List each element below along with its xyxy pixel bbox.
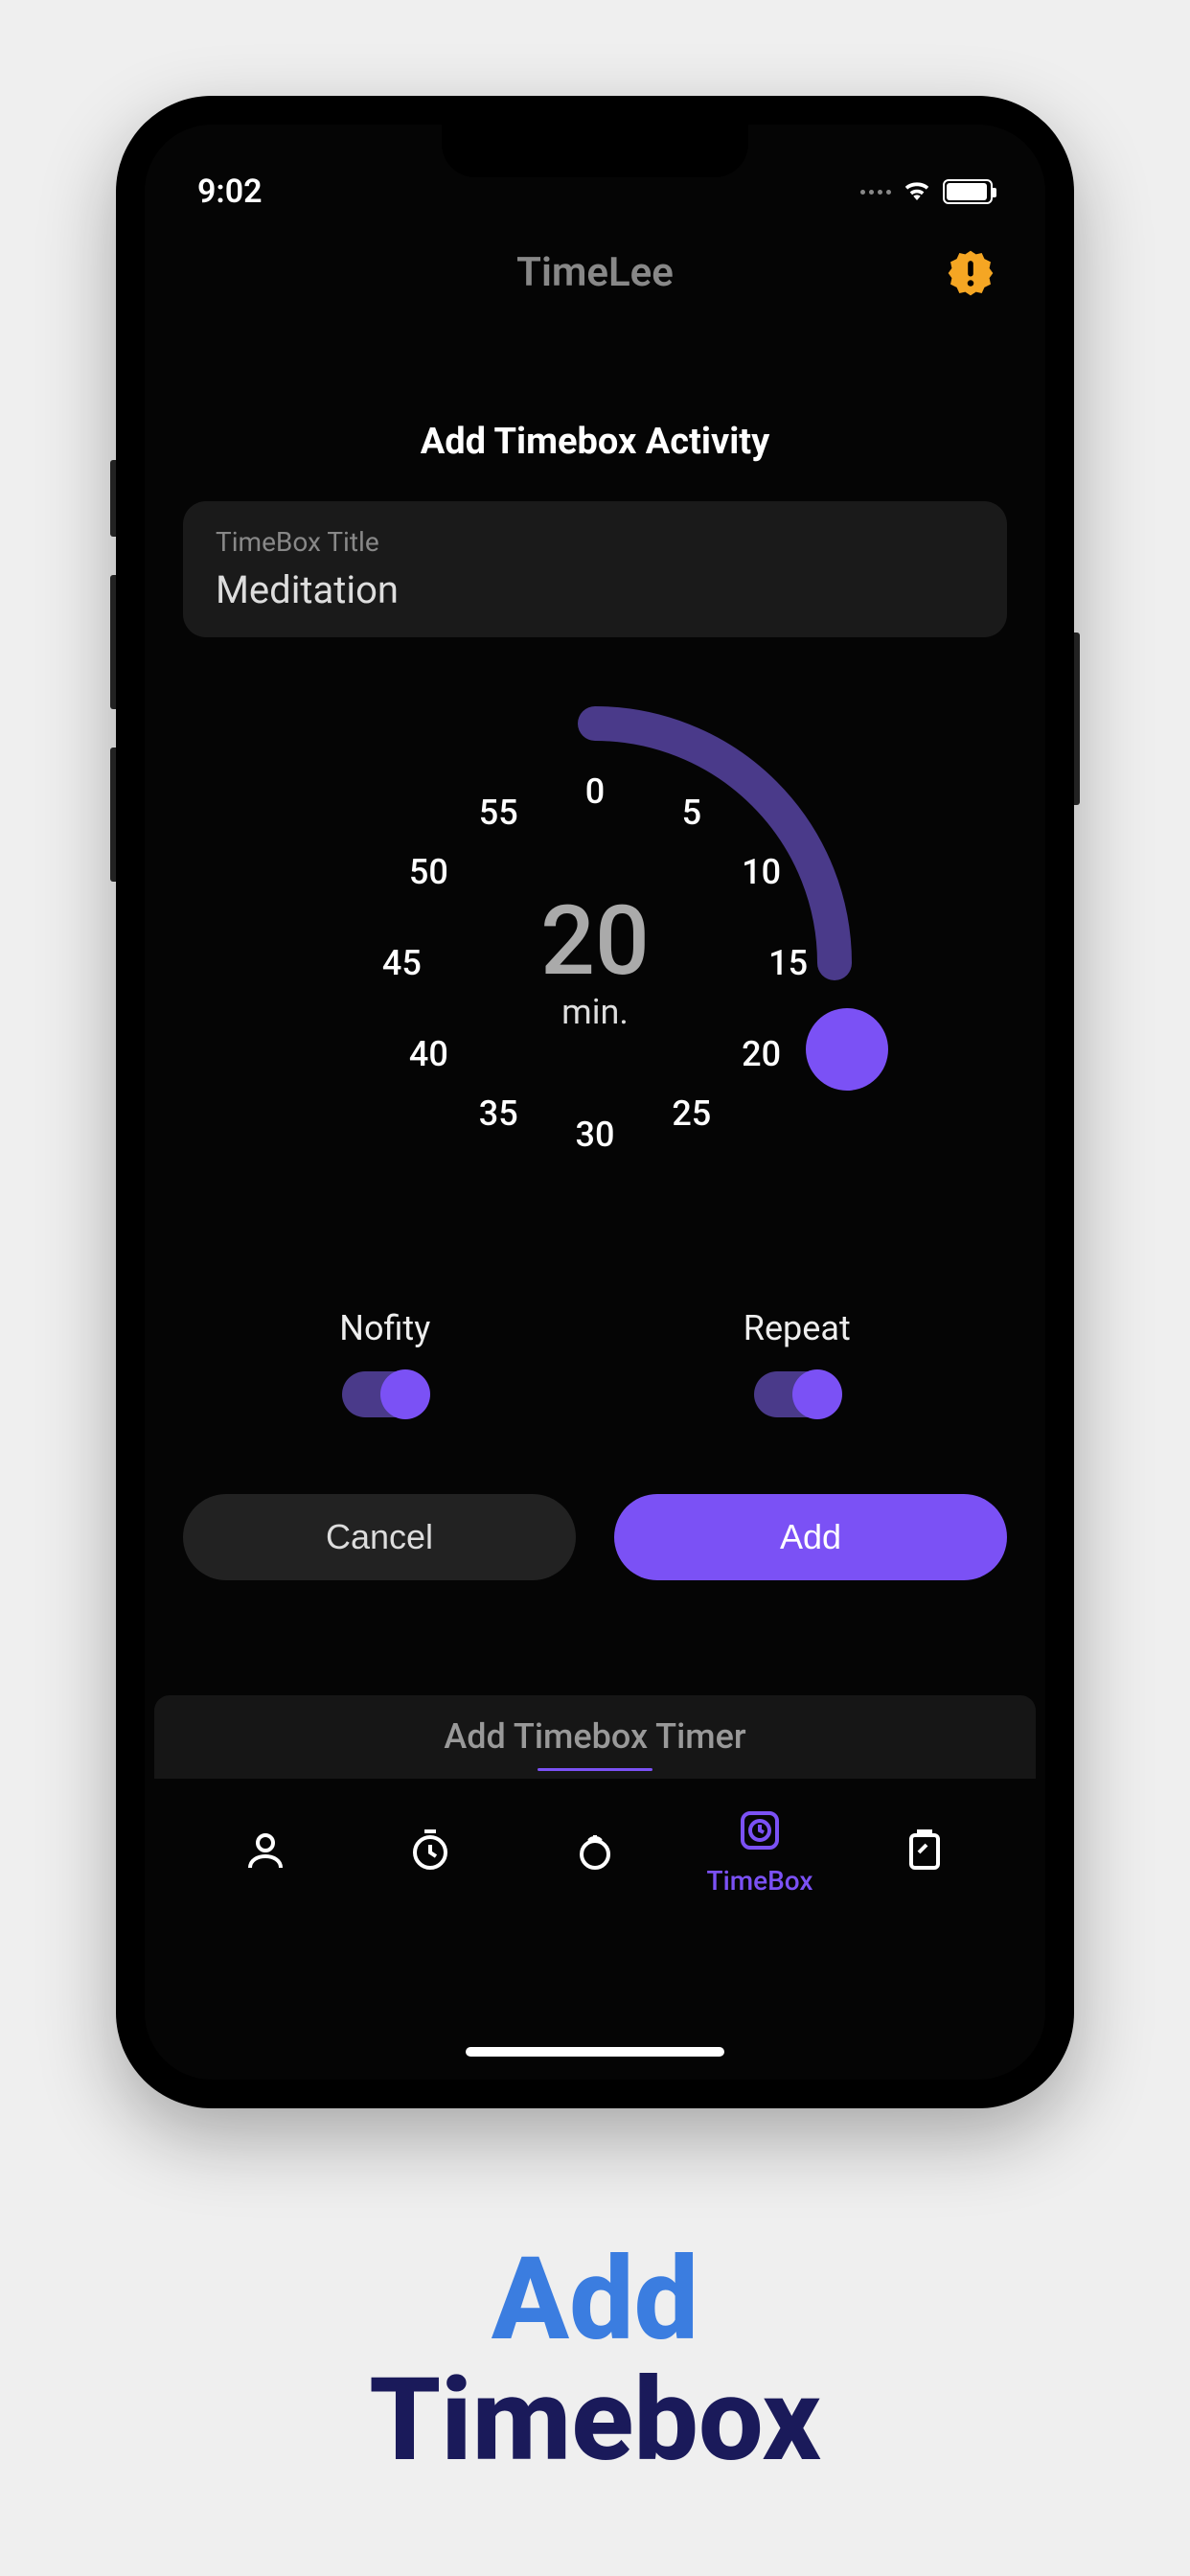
dial-value: 20 [540,894,650,990]
status-time: 9:02 [197,172,263,211]
cancel-button[interactable]: Cancel [183,1494,576,1580]
promo-line1: Add [369,2242,821,2358]
tab-bar: TimeBox [154,1779,1036,1916]
dial-tick: 40 [409,1034,448,1074]
tab-notes[interactable] [867,1828,982,1877]
person-icon [242,1828,288,1877]
timer-icon [407,1828,453,1877]
dial-tick: 30 [576,1115,615,1155]
clipboard-icon [902,1828,948,1877]
dial-tick: 45 [382,943,422,983]
repeat-toggle[interactable] [754,1371,840,1417]
promo-caption: Add Timebox [369,2242,821,2484]
alert-badge-icon[interactable] [944,246,997,300]
tab-timebox[interactable]: TimeBox [702,1807,817,1897]
battery-icon [943,179,993,204]
tab-pomodoro[interactable] [538,1828,652,1877]
home-indicator[interactable] [466,2047,724,2057]
dial-unit: min. [540,992,650,1032]
dial-handle[interactable] [806,1008,888,1091]
add-button[interactable]: Add [614,1494,1007,1580]
section-title: Add Timebox Activity [183,421,1007,463]
input-label: TimeBox Title [216,526,974,558]
tab-header-text: Add Timebox Timer [154,1716,1036,1757]
clock-box-icon [737,1807,783,1857]
promo-line2: Timebox [369,2358,821,2484]
cellular-icon [860,190,891,195]
repeat-label: Repeat [744,1308,851,1348]
dial-tick: 20 [742,1034,781,1074]
tab-header[interactable]: Add Timebox Timer [154,1695,1036,1779]
dial-tick: 50 [409,852,448,892]
dial-tick: 55 [479,793,518,833]
notify-label: Nofity [339,1308,430,1348]
dial-tick: 35 [479,1093,518,1134]
tab-timer[interactable] [373,1828,488,1877]
tab-profile[interactable] [208,1828,323,1877]
dial-tick: 15 [768,943,808,983]
app-title: TimeLee [516,249,674,296]
dial-tick: 5 [682,793,701,833]
tomato-icon [572,1828,618,1877]
wifi-icon [903,179,931,204]
tab-label: TimeBox [707,1865,813,1897]
time-dial[interactable]: 0 5 10 15 20 25 30 35 40 45 50 55 20 min… [327,695,863,1231]
dial-tick: 0 [585,771,605,812]
notify-toggle[interactable] [342,1371,428,1417]
input-value: Meditation [216,567,974,612]
timebox-title-field[interactable]: TimeBox Title Meditation [183,501,1007,637]
dial-tick: 25 [672,1093,711,1134]
dial-tick: 10 [742,852,781,892]
